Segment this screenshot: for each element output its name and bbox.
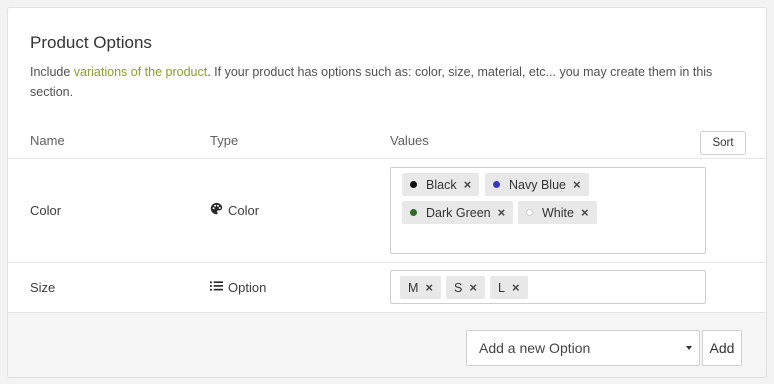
divider	[8, 158, 766, 159]
tag-label: Dark Green	[426, 205, 491, 220]
remove-tag-icon[interactable]: ×	[573, 177, 581, 192]
values-input-color[interactable]: Black × Navy Blue × Dark Green × White ×	[390, 167, 706, 254]
value-tag-navy-blue: Navy Blue ×	[485, 173, 589, 196]
value-tag-m: M ×	[400, 276, 442, 299]
tag-label: Navy Blue	[509, 177, 566, 192]
remove-tag-icon[interactable]: ×	[512, 280, 520, 295]
values-input-size[interactable]: M × S × L ×	[390, 270, 706, 304]
row-type-label: Color	[228, 202, 260, 218]
value-tag-s: S ×	[446, 276, 485, 299]
remove-tag-icon[interactable]: ×	[581, 205, 589, 220]
tag-label: L	[498, 280, 505, 295]
row-type: Color	[210, 201, 259, 219]
remove-tag-icon[interactable]: ×	[425, 280, 433, 295]
section-description: Include variations of the product. If yo…	[30, 63, 740, 102]
value-tag-l: L ×	[490, 276, 528, 299]
list-icon	[210, 280, 223, 295]
row-name: Size	[30, 279, 56, 295]
row-type: Option	[210, 278, 266, 296]
palette-icon	[210, 202, 223, 218]
tag-label: S	[454, 280, 463, 295]
remove-tag-icon[interactable]: ×	[464, 177, 472, 192]
row-type-label: Option	[228, 279, 267, 295]
color-swatch-icon	[493, 181, 500, 188]
divider	[8, 262, 766, 263]
color-swatch-icon	[410, 209, 417, 216]
caret-down-icon	[686, 346, 692, 350]
color-swatch-icon	[410, 181, 417, 188]
color-swatch-icon	[526, 209, 533, 216]
column-header-values: Values	[390, 133, 429, 148]
remove-tag-icon[interactable]: ×	[469, 280, 477, 295]
add-option-button[interactable]: Add	[702, 330, 742, 366]
tag-label: M	[408, 280, 419, 295]
column-header-name: Name	[30, 133, 65, 148]
add-option-footer: Add a new Option Add	[8, 312, 766, 377]
description-prefix: Include	[30, 65, 74, 79]
value-tag-black: Black ×	[402, 173, 480, 196]
tag-label: Black	[426, 177, 457, 192]
product-options-panel: Product Options Include variations of th…	[7, 7, 767, 378]
remove-tag-icon[interactable]: ×	[498, 205, 506, 220]
tag-label: White	[542, 205, 574, 220]
variations-link[interactable]: variations of the product	[74, 65, 207, 79]
value-tag-white: White ×	[518, 201, 597, 224]
select-value: Add a new Option	[479, 340, 591, 356]
sort-button[interactable]: Sort	[700, 131, 746, 155]
row-name: Color	[30, 202, 62, 218]
section-title: Product Options	[30, 33, 152, 52]
column-header-type: Type	[210, 133, 239, 148]
new-option-select[interactable]: Add a new Option	[466, 330, 700, 366]
value-tag-dark-green: Dark Green ×	[402, 201, 514, 224]
